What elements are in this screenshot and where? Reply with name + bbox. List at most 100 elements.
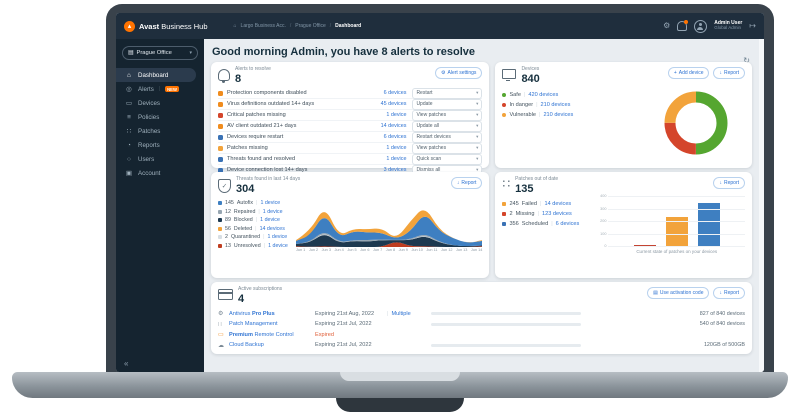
building-icon: ▤	[128, 50, 134, 56]
expiry-date: Expiring 21st Jul, 2022	[315, 342, 372, 349]
user-menu[interactable]: Admin User Global Admin	[714, 20, 742, 31]
alerts-card: Alerts to resolve 8 ⚙ Alert settings Prot…	[211, 62, 490, 176]
devices-link[interactable]: 45 devices	[366, 101, 407, 107]
action-dropdown[interactable]: Update	[412, 98, 483, 110]
scrollbar[interactable]	[759, 39, 764, 372]
add-device-button[interactable]: + Add device	[667, 67, 710, 79]
dashboard-content: Good morning Admin, you have 8 alerts to…	[204, 39, 759, 372]
legend-item-safe: Safe | 420 devices	[502, 92, 594, 98]
in-danger-devices-link[interactable]: 210 devices	[541, 102, 571, 108]
legend-item-in-danger: In danger | 210 devices	[502, 102, 594, 108]
remote-control-icon: ▭	[218, 332, 224, 339]
action-dropdown[interactable]: Quick scan	[412, 153, 483, 165]
logout-icon[interactable]: ↦	[749, 22, 756, 30]
alerts-card-title: Alerts to resolve	[235, 66, 271, 72]
card-icon: ▤	[653, 290, 658, 296]
devices-report-button[interactable]: ↓ Report	[713, 67, 745, 79]
subscriptions-card: Active subscriptions 4 ▤ Use activation c…	[211, 282, 752, 354]
action-dropdown[interactable]: Update all	[412, 120, 483, 132]
chevron-down-icon: ▾	[189, 50, 192, 56]
dashboard-icon: ⌂	[127, 71, 131, 79]
sidebar-item-dashboard[interactable]: ⌂ Dashboard	[116, 68, 196, 82]
sidebar-item-patches[interactable]: ∷ Patches	[116, 124, 196, 138]
multiple-link[interactable]: Multiple	[387, 311, 431, 317]
patches-legend: 245 Failed | 14 devices 2 Missing | 123 device…	[502, 197, 594, 254]
breadcrumb-item-site[interactable]: Prague Office	[295, 23, 325, 29]
action-dropdown[interactable]: Restart devices	[412, 131, 483, 143]
sidebar-item-devices[interactable]: ▭ Devices	[116, 96, 196, 110]
collapse-sidebar-icon[interactable]: «	[124, 359, 128, 368]
sidebar-item-policies[interactable]: ≡ Policies	[116, 110, 196, 124]
action-dropdown[interactable]: View patches	[412, 109, 483, 121]
usage-value: 827 of 840 devices	[699, 310, 745, 317]
threats-count: 304	[236, 182, 255, 195]
subscription-name-link[interactable]: Cloud Backup	[229, 342, 315, 348]
monitor-icon	[502, 69, 517, 81]
alert-type-icon	[218, 156, 223, 162]
patches-report-button[interactable]: ↓ Report	[713, 177, 745, 189]
alert-row: Devices require restart 6 devices Restart …	[218, 131, 483, 143]
subscription-name-link[interactable]: Patch Management	[229, 321, 315, 327]
subscription-row-antivirus: ⚙ Antivirus Pro Plus Expiring 21st Aug, …	[218, 308, 745, 319]
sidebar-item-account[interactable]: ▣ Account	[116, 166, 196, 180]
legend-item-scheduled: 356 Scheduled | 6 devices	[502, 221, 594, 227]
download-icon: ↓	[719, 70, 722, 76]
threats-card-title: Threats found in last 14 days	[236, 176, 301, 182]
laptop-screen-bezel: ▴ Avast Business Hub ⌂ Largo Business Ac…	[106, 4, 774, 372]
threats-legend: 145 Autofix | 1 device 12 Repaired | 1 device …	[218, 197, 296, 251]
devices-donut-chart	[661, 88, 731, 163]
legend-item-failed: 245 Failed | 14 devices	[502, 201, 594, 207]
devices-link[interactable]: 6 devices	[366, 134, 407, 140]
alert-settings-button[interactable]: ⚙ Alert settings	[435, 67, 483, 79]
devices-card: Devices 840 + Add device ↓ Report Safe | 420…	[495, 62, 752, 168]
threats-report-button[interactable]: ↓ Report	[450, 177, 483, 189]
threats-area-chart: Jun 1 Jun 2 Jun 3 Jun 4 Jun 5 Jun 6 Jun 7 Jun 8…	[296, 197, 482, 252]
devices-link[interactable]: 1 device	[366, 156, 406, 162]
patches-card: ∷ Patches out of date 135 ↓ Report 245 F…	[495, 172, 752, 278]
patches-count: 135	[515, 182, 534, 195]
sidebar-item-users[interactable]: ○ Users	[116, 152, 196, 166]
topbar: ▴ Avast Business Hub ⌂ Largo Business Ac…	[116, 13, 764, 39]
subscriptions-card-title: Active subscriptions	[238, 286, 283, 292]
subscription-name-link[interactable]: Antivirus Pro Plus	[229, 311, 315, 317]
subscription-row-cloud-backup: ☁ Cloud Backup Expiring 21st Jul, 2022 1…	[218, 340, 745, 351]
legend-item-blocked: 89 Blocked | 1 device	[218, 217, 296, 223]
plus-icon: +	[673, 70, 677, 76]
breadcrumb-item-account[interactable]: Largo Business Acc.	[241, 23, 286, 29]
notifications-bell-icon[interactable]	[677, 20, 689, 31]
devices-link[interactable]: 1 device	[366, 145, 406, 151]
legend-item-autofix: 145 Autofix | 1 device	[218, 200, 296, 206]
alert-type-icon	[218, 90, 223, 96]
breadcrumb: ⌂ Largo Business Acc. / Prague Office / …	[233, 23, 362, 29]
bar-chart-caption: Current state of patches on your devices	[636, 249, 718, 255]
patch-icon: ∷	[502, 177, 511, 191]
usage-progress-bar	[431, 312, 581, 316]
sidebar-item-reports[interactable]: ◔ Reports	[116, 138, 196, 152]
devices-link[interactable]: 1 device	[366, 112, 406, 118]
sidebar-item-alerts[interactable]: ◎ Alerts | NEW	[116, 82, 196, 96]
cloud-backup-icon: ☁	[218, 342, 224, 349]
subscription-list: ⚙ Antivirus Pro Plus Expiring 21st Aug, …	[218, 308, 745, 350]
avatar[interactable]	[694, 19, 708, 33]
action-dropdown[interactable]: View patches	[412, 142, 483, 154]
devices-legend: Safe | 420 devices In danger | 210 devices V…	[502, 88, 594, 163]
patches-card-title: Patches out of date	[515, 176, 559, 182]
usage-progress-bar	[431, 322, 581, 326]
devices-link[interactable]: 6 devices	[366, 90, 407, 96]
new-badge: NEW	[165, 86, 179, 92]
sidebar: ▤ Prague Office ▾ ⌂ Dashboard ◎ Alerts | NEW…	[116, 39, 204, 372]
subscription-row-patch-management: ∷ Patch Management Expiring 21st Jul, 20…	[218, 319, 745, 330]
home-icon[interactable]: ⌂	[234, 23, 237, 29]
use-activation-code-button[interactable]: ▤ Use activation code	[647, 287, 710, 299]
subscriptions-report-button[interactable]: ↓ Report	[713, 287, 745, 299]
subscription-name-link[interactable]: Premium Remote Control	[229, 332, 315, 338]
action-dropdown[interactable]: Restart	[412, 87, 483, 99]
legend-item-vulnerable: Vulnerable | 210 devices	[502, 112, 594, 118]
safe-devices-link[interactable]: 420 devices	[528, 92, 558, 98]
antivirus-icon: ⚙	[218, 311, 224, 318]
settings-gear-icon[interactable]: ⚙	[663, 22, 670, 30]
vulnerable-devices-link[interactable]: 210 devices	[543, 112, 573, 118]
alert-type-icon	[218, 123, 223, 129]
devices-link[interactable]: 14 devices	[366, 123, 407, 129]
org-selector[interactable]: ▤ Prague Office ▾	[122, 46, 198, 60]
